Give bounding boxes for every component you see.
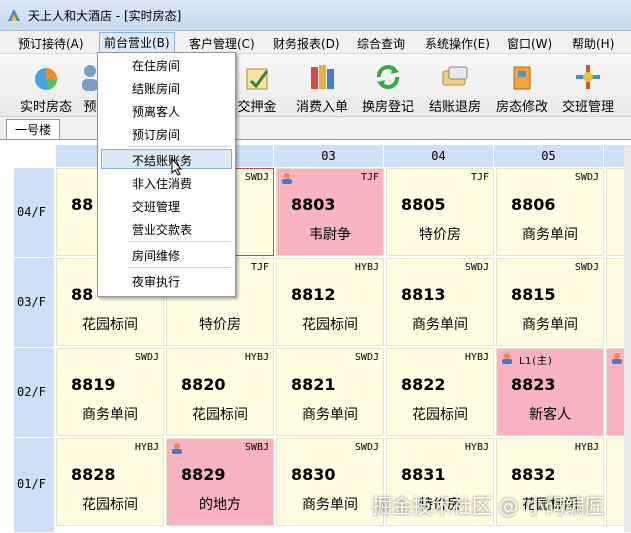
row-header-1f: 01/F (14, 438, 54, 533)
column-header-06 (604, 145, 625, 167)
toolbar-handover-button[interactable]: 交班管理 (556, 58, 620, 115)
dropdown-item-in-house[interactable]: 在住房间 (132, 57, 180, 74)
title-bar: 天上人和大酒店 - [实时房态] (0, 0, 631, 31)
room-cell-8803[interactable]: TJF 8803 韦尉争 (276, 168, 384, 256)
checkout-icon (442, 66, 468, 86)
edit-icon (513, 66, 531, 90)
chart-icon (35, 68, 58, 90)
dropdown-separator (128, 146, 231, 147)
guest-icon (282, 173, 292, 184)
dropdown-item-reserved-rooms[interactable]: 预订房间 (132, 126, 180, 143)
guest-icon (612, 353, 622, 364)
books-icon (311, 65, 334, 89)
menu-window[interactable]: 窗口(W) (507, 34, 552, 53)
menu-customer[interactable]: 客户管理(C) (189, 34, 255, 53)
room-cell-8806[interactable]: SWDJ 8806 商务单间 (496, 168, 604, 256)
column-header-03: 03 (274, 145, 384, 167)
dropdown-separator (128, 267, 231, 268)
front-desk-dropdown: 在住房间 结账房间 预离客人 预订房间 不结账账务 非入住消费 交班管理 营业交… (97, 52, 236, 297)
menu-front-desk[interactable]: 前台营业(B) (99, 32, 175, 53)
toolbar: 实时房态 预 交押金 消费入单 换房登记 结账退房 房态修改 交班管理 (0, 54, 631, 117)
room-cell-8813[interactable]: SWDJ 8813 商务单间 (386, 258, 494, 346)
cursor-icon (171, 158, 183, 176)
row-header-4f: 04/F (14, 168, 54, 258)
watermark: 掘金技术社区 @ 小码编匠 (372, 494, 605, 518)
toolbar-room-status-button[interactable]: 房态修改 (490, 58, 554, 115)
toolbar-realtime-button[interactable]: 实时房态 (12, 58, 80, 115)
dropdown-item-payment-report[interactable]: 营业交款表 (132, 221, 192, 238)
room-cell-8821[interactable]: SWDJ 8821 商务单间 (276, 348, 384, 436)
room-cell-8812[interactable]: HYBJ 8812 花园标间 (276, 258, 384, 346)
room-cell-8830[interactable]: SWDJ 8830 商务单间 (276, 438, 384, 526)
tab-strip: 一号楼 (0, 117, 631, 140)
dropdown-separator (128, 241, 231, 242)
room-cell-8823[interactable]: L1(主) 8823 新客人 (496, 348, 604, 436)
room-cell-8815[interactable]: SWDJ 8815 商务单间 (496, 258, 604, 346)
room-cell-8820[interactable]: HYBJ 8820 花园标间 (166, 348, 274, 436)
toolbar-consumption-button[interactable]: 消费入单 (290, 58, 354, 115)
guest-icon (172, 443, 182, 454)
room-cell-8805[interactable]: TJF 8805 特价房 (386, 168, 494, 256)
menu-help[interactable]: 帮助(H) (572, 34, 614, 53)
toolbar-deposit-button[interactable]: 交押金 (232, 58, 282, 115)
dropdown-item-room-maintenance[interactable]: 房间维修 (132, 247, 180, 264)
vertical-scrollbar[interactable] (624, 145, 631, 532)
room-cell-8822[interactable]: HYBJ 8822 花园标间 (386, 348, 494, 436)
window-title: 天上人和大酒店 - [实时房态] (28, 9, 182, 23)
room-cell[interactable] (606, 168, 626, 256)
dropdown-item-night-audit[interactable]: 夜审执行 (132, 273, 180, 290)
toolbar-change-room-button[interactable]: 换房登记 (356, 58, 420, 115)
room-cell-8828[interactable]: HYBJ 8828 花园标间 (56, 438, 164, 526)
menu-system[interactable]: 系统操作(E) (425, 34, 490, 53)
dropdown-item-checked-out[interactable]: 结账房间 (132, 80, 180, 97)
column-header-04: 04 (384, 145, 494, 167)
guest-icon (502, 353, 512, 364)
room-cell[interactable] (606, 438, 626, 526)
deposit-icon (246, 68, 269, 90)
room-cell[interactable] (606, 348, 626, 436)
app-logo-icon (8, 9, 20, 21)
menu-reservation[interactable]: 预订接待(A) (18, 34, 84, 53)
dropdown-item-expected-departure[interactable]: 预离客人 (132, 103, 180, 120)
dropdown-item-unsettled-accounts[interactable]: 不结账账务 (132, 152, 192, 169)
menu-finance[interactable]: 财务报表(D) (273, 34, 340, 53)
room-cell[interactable] (606, 258, 626, 346)
refresh-icon (376, 65, 400, 89)
row-header-3f: 03/F (14, 258, 54, 348)
dropdown-item-non-guest-consumption[interactable]: 非入住消费 (132, 175, 192, 192)
dropdown-item-shift-handover[interactable]: 交班管理 (132, 198, 180, 215)
menu-query[interactable]: 综合查询 (357, 34, 405, 53)
tab-building-1[interactable]: 一号楼 (6, 119, 60, 140)
room-cell-8829[interactable]: SWBJ 8829 的地方 (166, 438, 274, 526)
menu-bar: 预订接待(A) 前台营业(B) 客户管理(C) 财务报表(D) 综合查询 系统操… (0, 31, 631, 54)
toolbar-checkout-button[interactable]: 结账退房 (424, 58, 486, 115)
row-header-2f: 02/F (14, 348, 54, 438)
column-header-05: 05 (494, 145, 604, 167)
handover-icon (576, 65, 600, 89)
room-cell-8819[interactable]: SWDJ 8819 商务单间 (56, 348, 164, 436)
